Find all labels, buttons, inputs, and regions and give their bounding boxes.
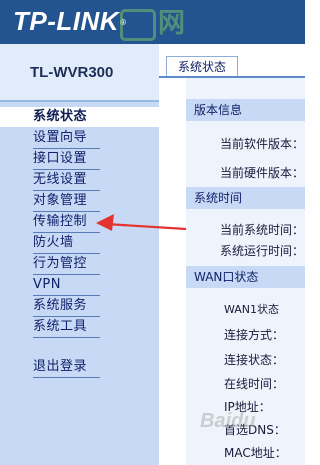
mac-address-label: MAC地址： <box>224 446 287 460</box>
hardware-version-label: 当前硬件版本： <box>220 166 305 180</box>
wan1-status-label: WAN1状态 <box>224 303 280 316</box>
sidebar-item-vpn[interactable]: VPN <box>33 275 100 296</box>
red-arrow-icon <box>96 214 187 231</box>
sidebar-item-logout[interactable]: 退出登录 <box>33 357 100 378</box>
section-version-info: 版本信息 <box>186 99 305 121</box>
online-time-label: 在线时间： <box>224 377 285 391</box>
tab-divider <box>159 76 305 78</box>
model-box: TL-WVR300 <box>0 44 159 102</box>
sidebar-item-system-tools[interactable]: 系统工具 <box>33 317 100 338</box>
tp-link-logo: TP-LINK® <box>13 6 127 36</box>
sidebar-item-system-services[interactable]: 系统服务 <box>33 296 100 317</box>
tab-system-status[interactable]: 系统状态 <box>166 56 238 77</box>
software-version-label: 当前软件版本： <box>220 137 305 151</box>
connection-type-label: 连接方式： <box>224 328 285 342</box>
section-wan-status: WAN口状态 <box>186 266 305 288</box>
sidebar: TL-WVR300 系统状态 设置向导 接口设置 无线设置 对象管理 传输控制 … <box>0 44 159 465</box>
sidebar-item-system-status[interactable]: 系统状态 <box>0 107 159 127</box>
sidebar-item-transmission-control[interactable]: 传输控制 <box>33 212 100 233</box>
sidebar-item-setup-wizard[interactable]: 设置向导 <box>33 128 100 149</box>
sidebar-item-firewall[interactable]: 防火墙 <box>33 233 100 254</box>
connection-status-label: 连接状态： <box>224 353 285 367</box>
sidebar-item-interface-settings[interactable]: 接口设置 <box>33 149 100 170</box>
model-name: TL-WVR300 <box>30 64 114 81</box>
uptime-label: 系统运行时间： <box>220 244 305 258</box>
section-system-time: 系统时间 <box>186 187 305 209</box>
header-bar: TP-LINK® 网 <box>0 0 305 44</box>
sidebar-item-object-management[interactable]: 对象管理 <box>33 191 100 212</box>
sidebar-item-behavior-control[interactable]: 行为管控 <box>33 254 100 275</box>
watermark-logo: 网 <box>120 6 192 41</box>
system-time-label: 当前系统时间： <box>220 223 305 237</box>
baidu-watermark: Baidu <box>200 410 256 432</box>
sidebar-item-wireless-settings[interactable]: 无线设置 <box>33 170 100 191</box>
